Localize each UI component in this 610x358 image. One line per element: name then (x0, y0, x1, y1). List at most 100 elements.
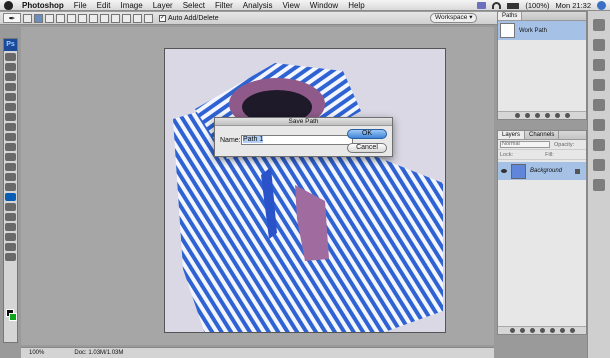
app-status-icon[interactable] (477, 2, 487, 9)
line-button[interactable] (122, 13, 131, 23)
blur-tool-icon[interactable] (5, 173, 16, 181)
ellipse-button[interactable] (100, 13, 109, 23)
styles-icon[interactable] (593, 99, 605, 111)
zoom-level[interactable]: 100% (29, 350, 44, 356)
clone-source-icon[interactable] (593, 179, 605, 191)
new-path-icon[interactable] (554, 113, 560, 118)
shape-layers-button[interactable] (23, 13, 32, 23)
tab-paths[interactable]: Paths (498, 12, 523, 20)
fill-pixels-button[interactable] (45, 13, 54, 23)
path-select-tool-icon[interactable] (5, 213, 16, 221)
cancel-button[interactable]: Cancel (347, 143, 387, 153)
trash-icon[interactable] (564, 113, 570, 118)
hand-tool-icon[interactable] (5, 243, 16, 251)
brushes-icon[interactable] (593, 159, 605, 171)
adjustment-icon[interactable] (539, 328, 545, 333)
menu-filter[interactable]: Filter (211, 0, 239, 11)
history-brush-tool-icon[interactable] (5, 143, 16, 151)
menu-window[interactable]: Window (306, 0, 344, 11)
toolbox: Ps (3, 38, 18, 343)
pen-tool-icon[interactable] (5, 193, 16, 201)
masks-icon[interactable] (593, 139, 605, 151)
menu-analysis[interactable]: Analysis (239, 0, 279, 11)
tab-layers[interactable]: Layers (498, 131, 526, 139)
tab-channels[interactable]: Channels (525, 131, 560, 139)
fx-icon[interactable] (519, 328, 525, 333)
battery-icon[interactable] (507, 2, 520, 9)
move-tool-icon[interactable] (5, 53, 16, 61)
path-name-value: Path 1 (243, 136, 264, 143)
color-icon[interactable] (593, 59, 605, 71)
menu-view[interactable]: View (279, 0, 306, 11)
workspace-dropdown[interactable]: Workspace ▾ (430, 13, 478, 23)
geometry-options-button[interactable] (144, 13, 153, 23)
link-layers-icon[interactable] (509, 328, 515, 333)
path-name-input[interactable]: Path 1 (241, 135, 353, 145)
zoom-tool-icon[interactable] (5, 253, 16, 261)
apple-icon[interactable] (4, 0, 13, 10)
auto-add-delete-checkbox[interactable]: ✓ Auto Add/Delete (159, 14, 219, 22)
type-tool-icon[interactable] (5, 203, 16, 211)
menu-image[interactable]: Image (116, 0, 148, 11)
rectangle-button[interactable] (78, 13, 87, 23)
blend-opacity-row: Normal Opacity: (498, 140, 586, 150)
document-canvas[interactable] (164, 48, 446, 333)
quick-select-tool-icon[interactable] (5, 83, 16, 91)
ok-button[interactable]: OK (347, 129, 387, 139)
crop-tool-icon[interactable] (5, 93, 16, 101)
menu-app-photoshop[interactable]: Photoshop (18, 0, 70, 11)
lock-icon (575, 168, 580, 174)
gradient-tool-icon[interactable] (5, 163, 16, 171)
paths-footer (498, 111, 586, 119)
actions-icon[interactable] (593, 39, 605, 51)
history-icon[interactable] (593, 19, 605, 31)
mask-icon[interactable] (529, 328, 535, 333)
rounded-rect-button[interactable] (89, 13, 98, 23)
menu-edit[interactable]: Edit (93, 0, 117, 11)
menu-help[interactable]: Help (344, 0, 370, 11)
tool-preset-picker[interactable]: ✒ (3, 13, 21, 23)
paths-mode-button[interactable] (34, 13, 43, 23)
load-selection-icon[interactable] (534, 113, 540, 118)
auto-add-delete-label: Auto Add/Delete (168, 14, 219, 22)
battery-percent: (100%) (525, 1, 550, 10)
name-label: Name: (220, 137, 241, 144)
group-icon[interactable] (549, 328, 555, 333)
clock[interactable]: Mon 21:32 (556, 1, 591, 10)
eye-icon[interactable] (501, 169, 507, 173)
polygon-button[interactable] (111, 13, 120, 23)
new-layer-icon[interactable] (559, 328, 565, 333)
ps-logo: Ps (4, 39, 17, 51)
adjustments-icon[interactable] (593, 119, 605, 131)
pen-button[interactable] (56, 13, 65, 23)
marquee-tool-icon[interactable] (5, 63, 16, 71)
3d-rotate-tool-icon[interactable] (5, 233, 16, 241)
shape-tool-icon[interactable] (5, 223, 16, 231)
clone-stamp-tool-icon[interactable] (5, 133, 16, 141)
doc-size[interactable]: Doc: 1.03M/1.03M (74, 350, 123, 356)
save-path-dialog: Save Path Name: Path 1 OK Cancel (214, 117, 393, 157)
brush-tool-icon[interactable] (5, 123, 16, 131)
wifi-icon[interactable] (492, 2, 502, 9)
layers-panel-tabs: Layers Channels (498, 131, 586, 140)
custom-shape-button[interactable] (133, 13, 142, 23)
menu-file[interactable]: File (70, 0, 93, 11)
lasso-tool-icon[interactable] (5, 73, 16, 81)
make-work-path-icon[interactable] (544, 113, 550, 118)
stroke-path-icon[interactable] (524, 113, 530, 118)
eyedropper-tool-icon[interactable] (5, 103, 16, 111)
spotlight-icon[interactable] (597, 1, 606, 10)
swatches-icon[interactable] (593, 79, 605, 91)
fill-path-icon[interactable] (514, 113, 520, 118)
layer-background[interactable]: Background (498, 162, 586, 180)
blend-mode-select[interactable]: Normal (500, 141, 550, 148)
eraser-tool-icon[interactable] (5, 153, 16, 161)
background-color-swatch[interactable] (9, 313, 17, 321)
healing-tool-icon[interactable] (5, 113, 16, 121)
path-item-work-path[interactable]: Work Path (498, 21, 586, 40)
trash-icon[interactable] (569, 328, 575, 333)
freeform-pen-button[interactable] (67, 13, 76, 23)
menu-layer[interactable]: Layer (149, 0, 179, 11)
menu-select[interactable]: Select (179, 0, 211, 11)
dodge-tool-icon[interactable] (5, 183, 16, 191)
